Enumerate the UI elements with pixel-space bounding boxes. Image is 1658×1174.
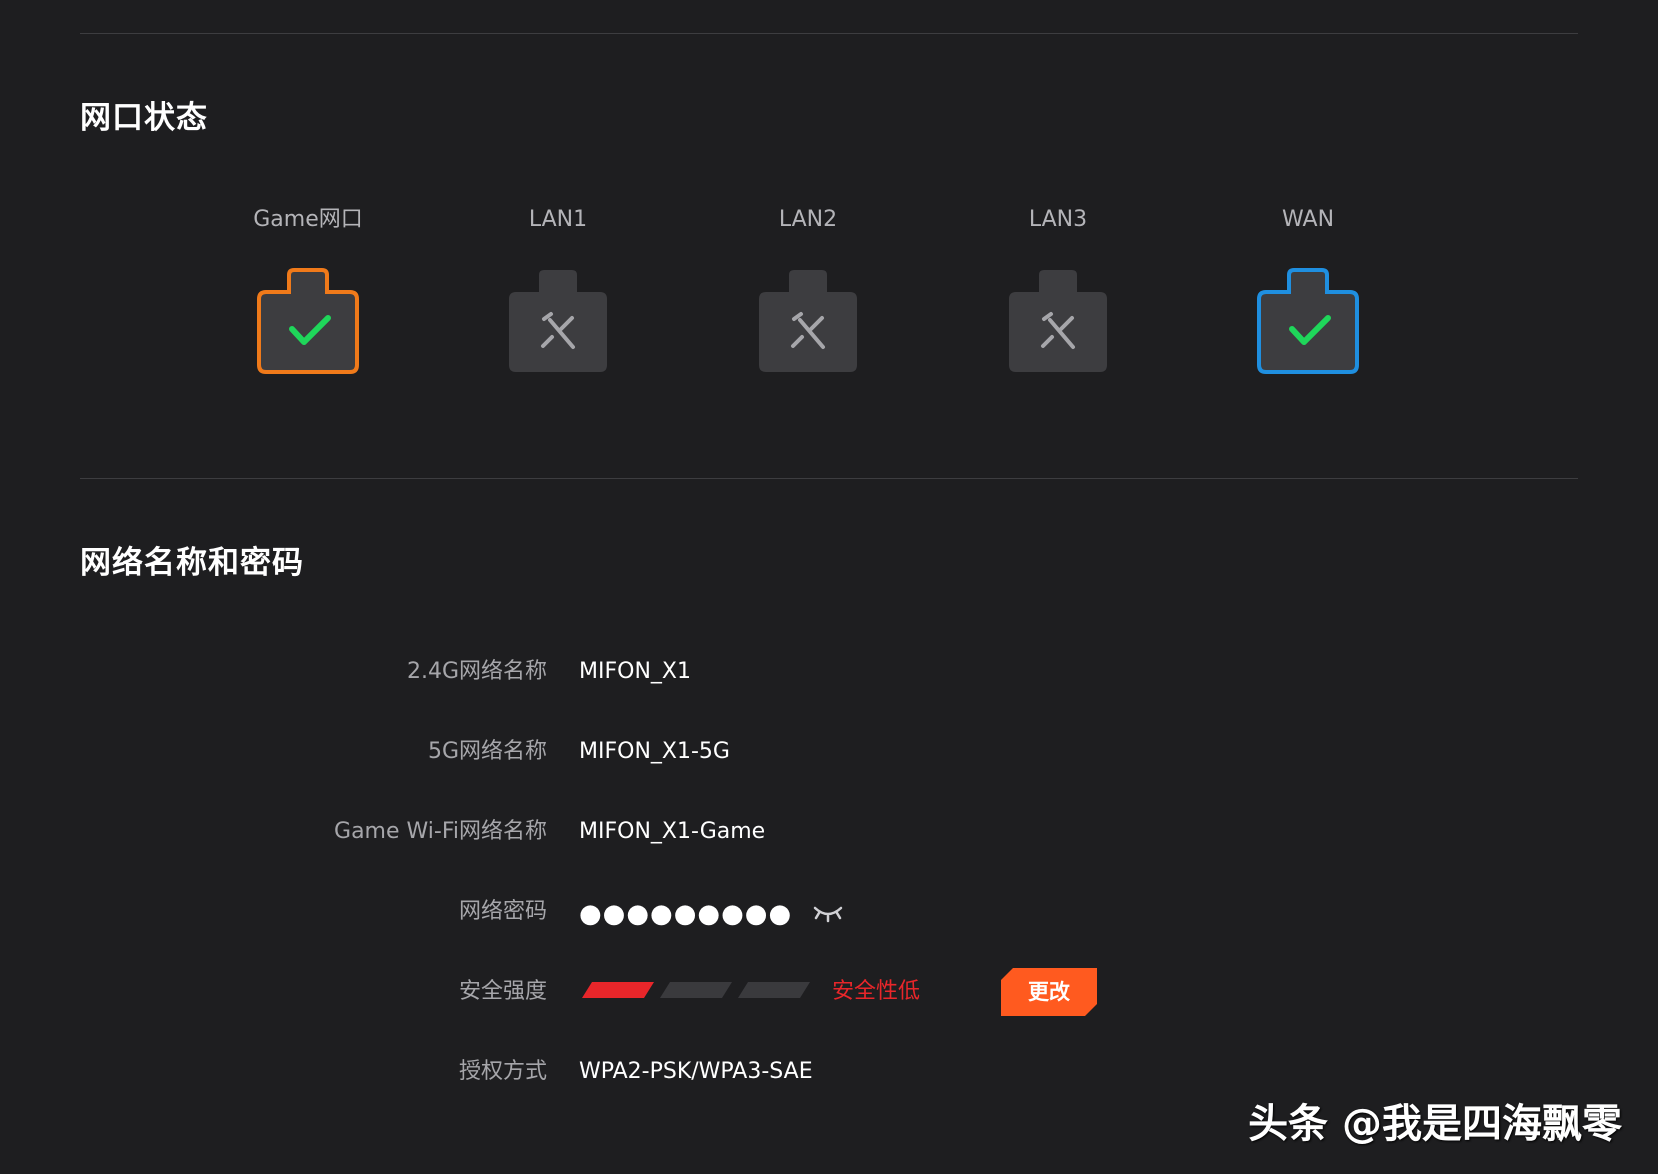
security-strength-text: 安全性低	[832, 979, 921, 1004]
port-label: LAN3	[1028, 207, 1088, 232]
ethernet-port-connected-icon	[257, 268, 359, 374]
ethernet-port-disconnected-icon	[759, 270, 857, 372]
port-label: LAN2	[778, 207, 838, 232]
change-password-button[interactable]: 更改	[1001, 968, 1097, 1016]
password-value: ●●●●●●●●●	[579, 899, 793, 929]
wifi-game-name-value: MIFON_X1-Game	[579, 819, 766, 844]
top-divider	[80, 33, 1578, 34]
strength-segment	[582, 982, 654, 998]
auth-method-label: 授权方式	[458, 1059, 547, 1084]
wifi-24g-name-value: MIFON_X1	[579, 659, 691, 684]
ethernet-port-disconnected-icon	[1009, 270, 1107, 372]
ethernet-port-disconnected-icon	[509, 270, 607, 372]
wifi-5g-name-value: MIFON_X1-5G	[579, 739, 730, 764]
port-wan: WAN	[1218, 204, 1398, 380]
wifi-5g-name-label: 5G网络名称	[427, 739, 547, 764]
security-strength-meter	[582, 982, 810, 998]
port-label: WAN	[1281, 207, 1335, 232]
section-divider	[80, 478, 1578, 479]
wifi-game-name-label: Game Wi-Fi网络名称	[334, 819, 547, 844]
port-label: LAN1	[528, 207, 588, 232]
port-game: Game网口	[218, 204, 398, 380]
port-label: Game网口	[253, 207, 363, 232]
eye-closed-icon[interactable]	[812, 900, 844, 926]
port-lan3: LAN3	[968, 204, 1148, 380]
ethernet-port-connected-icon	[1257, 268, 1359, 374]
wifi-settings-title: 网络名称和密码	[80, 545, 304, 581]
port-lan2: LAN2	[718, 204, 898, 380]
port-status-title: 网口状态	[80, 100, 208, 136]
strength-segment	[738, 982, 810, 998]
password-label: 网络密码	[458, 899, 547, 924]
auth-method-value: WPA2-PSK/WPA3-SAE	[579, 1059, 813, 1084]
strength-segment	[660, 982, 732, 998]
wifi-24g-name-label: 2.4G网络名称	[406, 659, 547, 684]
watermark: 头条 @我是四海飘零	[1248, 1101, 1622, 1147]
port-lan1: LAN1	[468, 204, 648, 380]
security-strength-label: 安全强度	[458, 979, 547, 1004]
